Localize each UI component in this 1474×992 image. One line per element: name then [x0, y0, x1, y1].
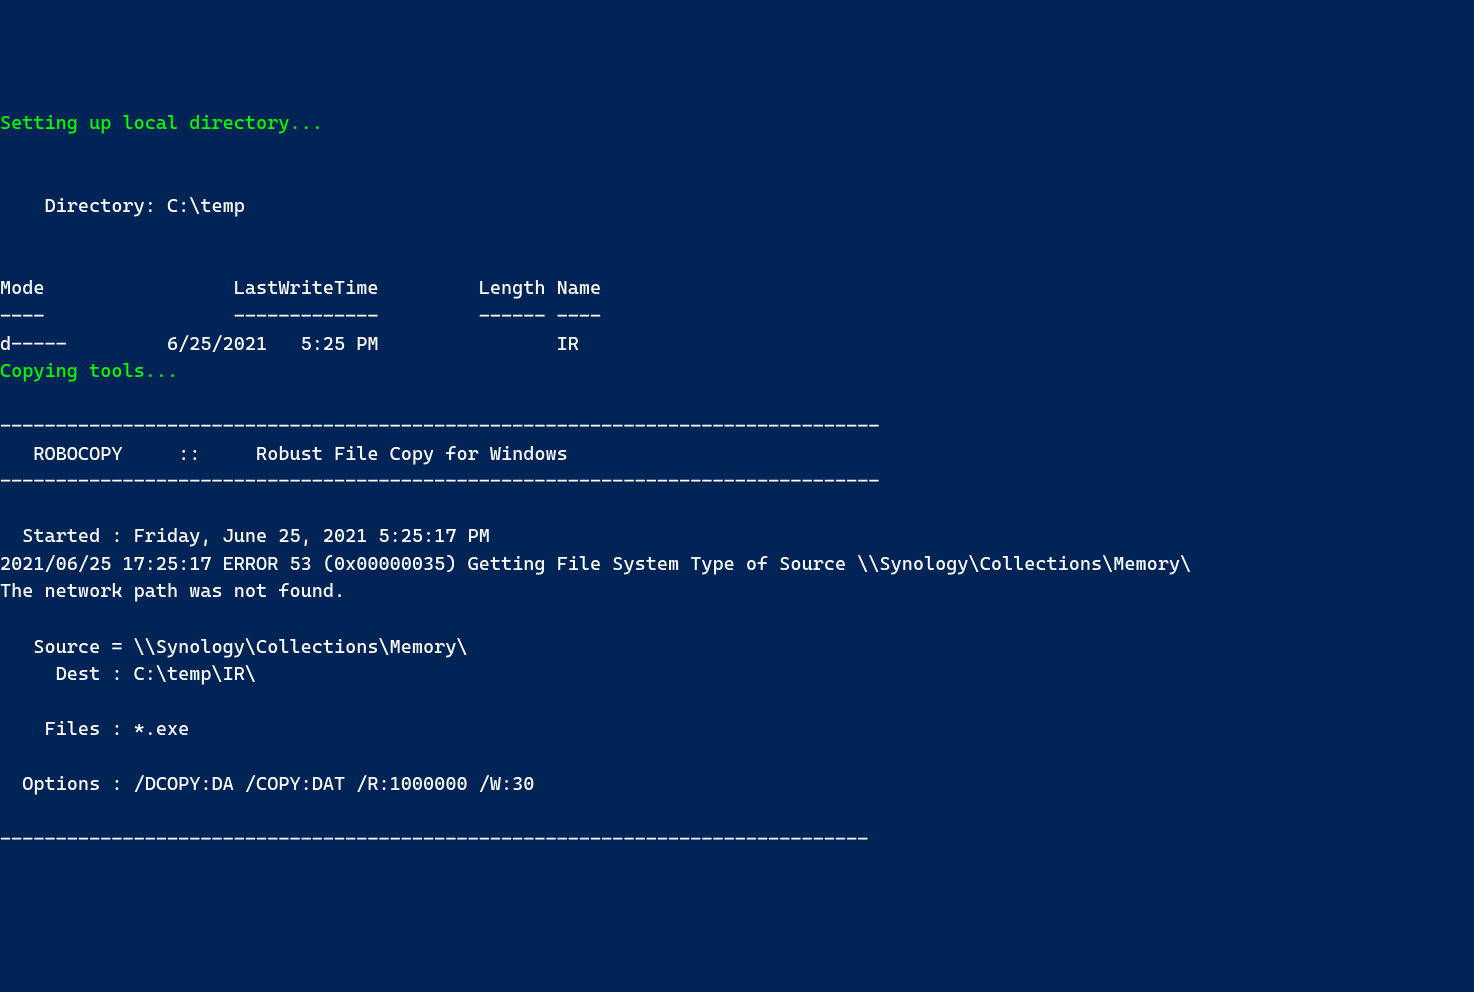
- separator-line: ----------------------------------------…: [0, 415, 880, 437]
- error-line: 2021/06/25 17:25:17 ERROR 53 (0x00000035…: [0, 553, 1191, 575]
- separator-line: ----------------------------------------…: [0, 828, 868, 850]
- table-header-separator: ---- ------------- ------ ----: [0, 305, 601, 327]
- table-header: Mode LastWriteTime Length Name: [0, 277, 601, 299]
- separator-line: ----------------------------------------…: [0, 470, 880, 492]
- directory-header: Directory: C:\temp: [0, 195, 245, 217]
- table-row: d----- 6/25/2021 5:25 PM IR: [0, 333, 579, 355]
- options-line: Options : /DCOPY:DA /COPY:DAT /R:1000000…: [0, 773, 534, 795]
- error-message: The network path was not found.: [0, 580, 345, 602]
- files-filter: Files : *.exe: [0, 718, 189, 740]
- status-line-setting-up: Setting up local directory...: [0, 112, 323, 134]
- robocopy-title: ROBOCOPY :: Robust File Copy for Windows: [0, 443, 568, 465]
- dest-path: Dest : C:\temp\IR\: [0, 663, 256, 685]
- source-path: Source = \\Synology\Collections\Memory\: [0, 636, 468, 658]
- status-line-copying: Copying tools...: [0, 360, 178, 382]
- terminal-output: Setting up local directory... Directory:…: [0, 110, 1474, 854]
- started-time: Started : Friday, June 25, 2021 5:25:17 …: [0, 525, 490, 547]
